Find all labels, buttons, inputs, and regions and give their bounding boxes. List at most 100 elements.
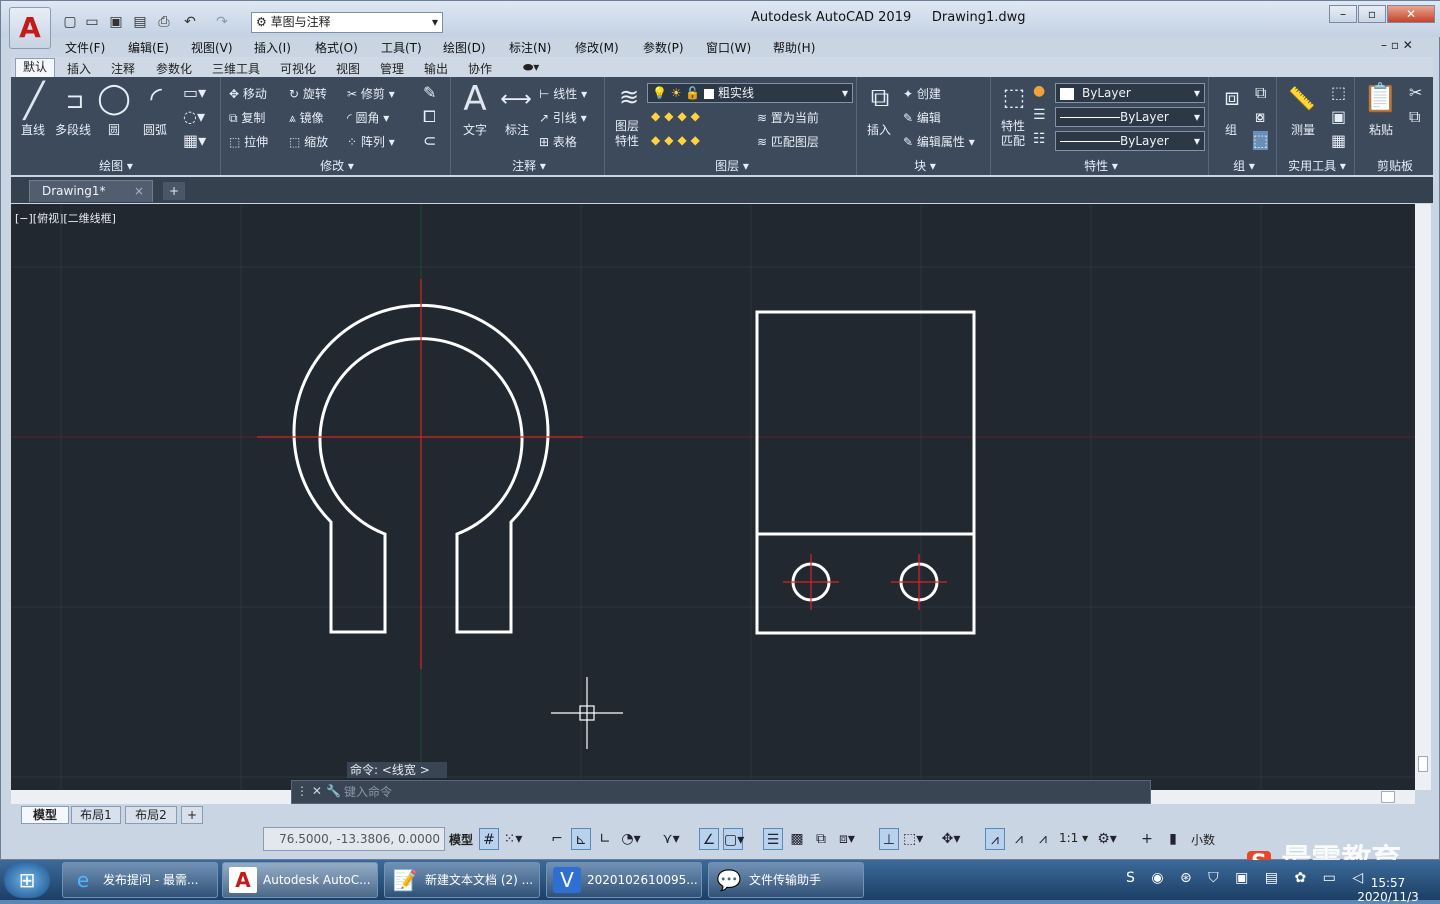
selection-cycling-icon[interactable]: ⧉ <box>811 828 831 850</box>
cut-icon[interactable]: ✂ <box>1409 83 1422 102</box>
select-all-icon[interactable]: ▣ <box>1331 107 1346 126</box>
panel-properties-title[interactable]: 特性 ▾ <box>993 157 1209 174</box>
array-button[interactable]: ⁘ 阵列 ▾ <box>347 133 395 150</box>
taskbar-item-wechat[interactable]: 💬 文件传输助手 <box>708 862 864 898</box>
layer-tools-row1-icon[interactable]: ◆◆◆◆ <box>651 109 704 123</box>
layer-dropdown[interactable]: 💡 ☀ 🔓 粗实线 ▾ <box>647 83 853 103</box>
scale-button[interactable]: ⬚ 缩放 <box>289 133 328 150</box>
panel-modify-title[interactable]: 修改 ▾ <box>223 157 451 174</box>
tab-default[interactable]: 默认 <box>15 58 55 77</box>
taskbar-item-video[interactable]: V 2020102610095... <box>546 862 702 898</box>
units-display[interactable]: 小数 <box>1191 831 1215 848</box>
tab-manage[interactable]: 管理 <box>380 60 404 77</box>
menu-view[interactable]: 视图(V) <box>191 39 233 56</box>
panel-layers-title[interactable]: 图层 ▾ <box>607 157 857 174</box>
lineweight-toggle-icon[interactable]: ☰ <box>763 828 783 850</box>
ungroup-icon[interactable]: ⧉ <box>1255 83 1266 103</box>
leader-button[interactable]: ↗ 引线 ▾ <box>539 109 587 126</box>
annotation-visibility-icon[interactable]: ⩘ <box>985 828 1005 850</box>
polar-tracking-icon[interactable]: ◔▾ <box>621 828 641 850</box>
color-wheel-icon[interactable]: ● <box>1033 83 1045 99</box>
add-layout-button[interactable]: + <box>181 806 203 824</box>
tab-3d-tools[interactable]: 三维工具 <box>212 60 260 77</box>
group-button[interactable]: 组 <box>1225 121 1237 138</box>
tab-layout2[interactable]: 布局2 <box>125 806 177 824</box>
insert-button[interactable]: 插入 <box>867 121 891 138</box>
tab-annotate[interactable]: 注释 <box>111 60 135 77</box>
menu-format[interactable]: 格式(O) <box>315 39 358 56</box>
object-snap-tracking-icon[interactable]: ∠ <box>699 828 719 850</box>
text-button[interactable]: 文字 <box>463 121 487 138</box>
panel-draw-title[interactable]: 绘图 ▾ <box>11 157 221 174</box>
document-tab-drawing1[interactable]: Drawing1* × <box>29 180 153 202</box>
menu-insert[interactable]: 插入(I) <box>254 39 291 56</box>
edit-attributes-button[interactable]: ✎ 编辑属性 ▾ <box>903 133 975 150</box>
text-icon[interactable]: A <box>457 79 493 119</box>
trim-button[interactable]: ✂ 修剪 ▾ <box>347 85 395 102</box>
copy-button[interactable]: ⧉ 复制 <box>229 109 265 126</box>
explode-icon[interactable]: ⧠ <box>423 107 436 127</box>
vertical-scrollbar[interactable] <box>1415 204 1431 790</box>
ortho-icon[interactable]: ∟ <box>595 828 615 850</box>
close-tab-icon[interactable]: × <box>134 181 144 201</box>
stretch-button[interactable]: ⬚ 拉伸 <box>229 133 268 150</box>
tab-visualize[interactable]: 可视化 <box>280 60 316 77</box>
fillet-button[interactable]: ◜ 圆角 ▾ <box>347 109 389 126</box>
auto-scale-icon[interactable]: ⩘ <box>1009 828 1029 850</box>
redo-icon[interactable]: ↷ <box>213 13 231 31</box>
panel-clipboard-title[interactable]: 剪贴板 <box>1357 157 1433 174</box>
make-current-button[interactable]: ≋ 置为当前 <box>757 109 819 126</box>
polyline-icon[interactable]: ⊐ <box>57 89 93 114</box>
infer-constraints-icon[interactable]: ⌐ <box>547 828 567 850</box>
isometric-icon[interactable]: ⋎▾ <box>661 828 681 850</box>
workspace-gear-icon[interactable]: ⚙▾ <box>1097 828 1117 850</box>
layer-tools-row2-icon[interactable]: ◆◆◆◆ <box>651 133 704 147</box>
layer-properties-button[interactable]: 图层特性 <box>615 119 643 149</box>
close-button[interactable]: ✕ <box>1387 5 1435 23</box>
linetype-icon[interactable]: ☰ <box>1033 107 1046 123</box>
table-button[interactable]: ⊞ 表格 <box>539 133 577 150</box>
save-icon[interactable]: ▣ <box>107 13 125 31</box>
panel-annotation-title[interactable]: 注释 ▾ <box>453 157 605 174</box>
panel-groups-title[interactable]: 组 ▾ <box>1211 157 1277 174</box>
match-properties-button[interactable]: 特性匹配 <box>1001 119 1029 149</box>
menu-window[interactable]: 窗口(W) <box>706 39 751 56</box>
move-button[interactable]: ✥ 移动 <box>229 85 267 102</box>
offset-icon[interactable]: ⊂ <box>423 131 436 150</box>
model-space-toggle[interactable]: 模型 <box>449 831 473 848</box>
save-as-icon[interactable]: ▤ <box>131 13 149 31</box>
menu-file[interactable]: 文件(F) <box>65 39 105 56</box>
calculator-icon[interactable]: ▦ <box>1331 131 1346 150</box>
menu-tools[interactable]: 工具(T) <box>381 39 422 56</box>
measure-icon[interactable]: 📏 <box>1285 87 1319 112</box>
tab-parametric[interactable]: 参数化 <box>156 60 192 77</box>
tab-insert[interactable]: 插入 <box>67 60 91 77</box>
tab-view[interactable]: 视图 <box>336 60 360 77</box>
match-properties-icon[interactable]: ⬚ <box>997 83 1031 111</box>
ribbon-toggle-icon[interactable]: ⬬▾ <box>523 60 539 75</box>
maximize-button[interactable]: ▫ <box>1358 5 1386 23</box>
selection-filter-icon[interactable]: ⬚▾ <box>903 828 923 850</box>
3d-osnap-icon[interactable]: ⧈▾ <box>837 828 857 850</box>
tab-layout1[interactable]: 布局1 <box>71 806 121 824</box>
horizontal-scroll-thumb[interactable] <box>1381 791 1395 803</box>
paste-icon[interactable]: 📋 <box>1363 81 1398 114</box>
match-layer-button[interactable]: ≋ 匹配图层 <box>757 133 819 150</box>
taskbar-item-notepad[interactable]: 📝 新建文本文档 (2) ... <box>384 862 540 898</box>
open-file-icon[interactable]: ▭ <box>83 13 101 31</box>
annotation-scale-icon[interactable]: ⩘ <box>1033 828 1053 850</box>
polyline-button[interactable]: 多段线 <box>55 121 91 138</box>
workspace-dropdown[interactable]: ⚙ 草图与注释 ▾ <box>251 12 443 33</box>
menu-dimension[interactable]: 标注(N) <box>509 39 551 56</box>
tab-output[interactable]: 输出 <box>424 60 448 77</box>
paste-button[interactable]: 粘贴 <box>1369 121 1393 138</box>
command-input[interactable]: 键入命令 <box>344 784 1144 800</box>
vertical-scroll-thumb[interactable] <box>1418 756 1428 772</box>
measure-button[interactable]: 测量 <box>1291 121 1315 138</box>
annotation-monitor-icon[interactable]: + <box>1137 828 1157 850</box>
menu-parametric[interactable]: 参数(P) <box>643 39 684 56</box>
create-block-button[interactable]: ✦ 创建 <box>903 85 941 102</box>
gizmo-icon[interactable]: ✥▾ <box>941 828 961 850</box>
object-snap-icon[interactable]: ▢▾ <box>723 828 744 850</box>
erase-icon[interactable]: ✎ <box>423 83 436 102</box>
